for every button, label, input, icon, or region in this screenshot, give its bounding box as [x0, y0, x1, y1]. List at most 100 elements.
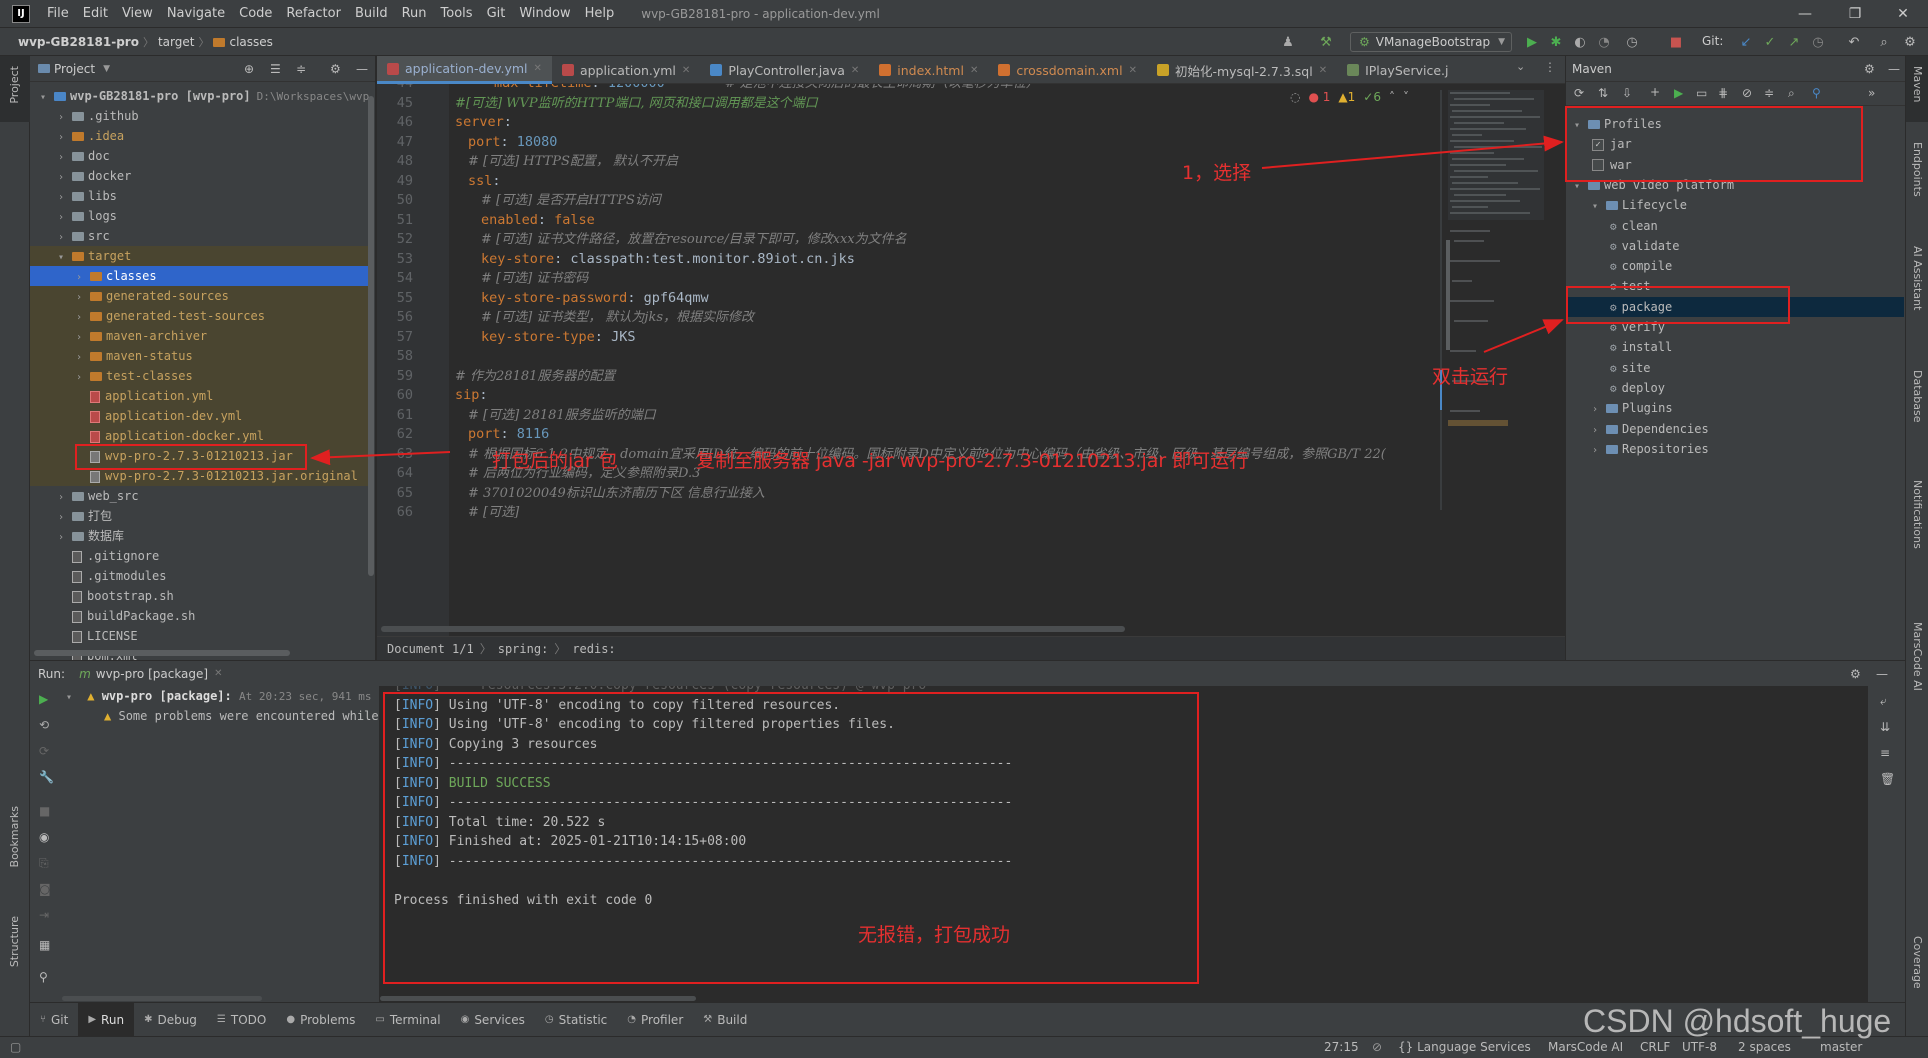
user-icon[interactable]: ♟ — [1280, 34, 1296, 50]
expand-all-icon[interactable]: ☰ — [270, 62, 281, 76]
menu-refactor[interactable]: Refactor — [279, 6, 348, 21]
project-tree-item[interactable]: › .idea — [30, 126, 368, 146]
editor-tab[interactable]: application.yml ✕ — [552, 56, 700, 84]
skip-tests-icon[interactable]: ⊘ — [1742, 86, 1752, 100]
code-editor[interactable]: 44 max-lifetime: 1200000 # 是池中连接关闭后的最长生命周期… — [377, 84, 1565, 636]
history-icon[interactable]: ◷ — [1810, 34, 1826, 50]
maven-tree-item[interactable]: › Dependencies — [1566, 419, 1904, 439]
stripe-bookmarks-tab[interactable]: Bookmarks — [8, 806, 21, 867]
rerun-icon[interactable]: ▶ — [39, 692, 48, 706]
toolwindow-services[interactable]: ◉ Services — [451, 1003, 535, 1037]
maven-tree-item[interactable]: › Plugins — [1566, 398, 1904, 418]
chevron-right-icon[interactable]: › — [76, 328, 90, 348]
chevron-right-icon[interactable]: › — [58, 228, 72, 248]
chevron-right-icon[interactable]: › — [58, 508, 72, 528]
code-line[interactable]: 62 port: 8116 — [377, 425, 1547, 445]
code-line[interactable]: 61 # [可选] 28181服务监听的端口 — [377, 406, 1547, 426]
chevron-right-icon[interactable]: › — [58, 168, 72, 188]
editor-tab[interactable]: PlayController.java ✕ — [700, 56, 869, 84]
rollback-icon[interactable]: ↶ — [1846, 34, 1862, 50]
project-tree-item[interactable]: application.yml — [30, 386, 368, 406]
stop-icon[interactable]: ■ — [1668, 34, 1684, 50]
menu-tools[interactable]: Tools — [434, 6, 480, 21]
code-line[interactable]: 65 # 3701020049标识山东济南历下区 信息行业接入 — [377, 484, 1547, 504]
close-tab-icon[interactable]: ✕ — [682, 65, 690, 76]
layout-icon[interactable]: ▦ — [39, 938, 50, 952]
camera-icon[interactable]: ◙ — [39, 882, 51, 896]
export-icon[interactable]: ⇥ — [39, 908, 49, 922]
generate-sources-icon[interactable]: ⇅ — [1598, 86, 1608, 100]
code-line[interactable]: 54 # [可选] 证书密码 — [377, 269, 1547, 289]
line-separator[interactable]: CRLF — [1640, 1040, 1670, 1054]
hide-icon[interactable]: — — [356, 62, 368, 76]
close-tab-icon[interactable]: ✕ — [1129, 65, 1137, 76]
chevron-right-icon[interactable]: › — [58, 208, 72, 228]
project-tree-item[interactable]: › docker — [30, 166, 368, 186]
menu-build[interactable]: Build — [348, 6, 395, 21]
stripe-ai-assistant-tab[interactable]: AI Assistant — [1911, 246, 1924, 310]
project-tree-item[interactable]: › classes — [30, 266, 368, 286]
menu-help[interactable]: Help — [578, 6, 622, 21]
rerun-failed-icon[interactable]: ⟲ — [39, 718, 49, 732]
close-tab-icon[interactable]: ✕ — [851, 65, 859, 76]
menu-view[interactable]: View — [115, 6, 160, 21]
project-tree-item[interactable]: › .github — [30, 106, 368, 126]
stop-icon[interactable]: ■ — [39, 804, 50, 818]
project-tree-item[interactable]: › generated-sources — [30, 286, 368, 306]
project-tree-item[interactable]: › 数据库 — [30, 526, 368, 546]
menu-edit[interactable]: Edit — [76, 6, 115, 21]
project-hscrollbar[interactable] — [34, 650, 290, 656]
lifecycle-icon[interactable]: ⋕ — [1718, 86, 1728, 100]
show-deps-icon[interactable]: ⚲ — [1812, 86, 1821, 100]
toolwindow-profiler[interactable]: ◔ Profiler — [617, 1003, 693, 1037]
toolwindow-statistic[interactable]: ◷ Statistic — [535, 1003, 617, 1037]
run-icon[interactable]: ▶ — [1674, 86, 1683, 100]
editor-tab[interactable]: crossdomain.xml ✕ — [988, 56, 1147, 84]
chevron-right-icon[interactable]: › — [58, 108, 72, 128]
project-scrollbar[interactable] — [368, 96, 374, 576]
code-line[interactable]: 49 ssl: — [377, 172, 1547, 192]
code-line[interactable]: 53 key-store: classpath:test.monitor.89io… — [377, 250, 1547, 270]
chevron-up-icon[interactable]: ˄ — [1389, 90, 1395, 104]
chevron-right-icon[interactable]: › — [76, 288, 90, 308]
maven-tree-item[interactable]: ⚙ deploy — [1566, 378, 1904, 398]
error-count[interactable]: ● 1 — [1308, 90, 1330, 104]
marscode-status[interactable]: MarsCode AI — [1548, 1040, 1623, 1054]
breadcrumb-spring[interactable]: spring: — [498, 642, 549, 656]
chevron-right-icon[interactable]: › — [76, 348, 90, 368]
breadcrumb-project[interactable]: wvp-GB28181-pro — [0, 35, 143, 49]
coverage-icon[interactable]: ◐ — [1572, 34, 1588, 50]
code-minimap[interactable] — [1440, 90, 1560, 510]
restore-icon[interactable]: ❐ — [1832, 0, 1878, 28]
menu-file[interactable]: File — [40, 6, 76, 21]
close-tab-icon[interactable]: ✕ — [970, 65, 978, 76]
run-configuration-select[interactable]: ⚙ VManageBootstrap ▼ — [1350, 32, 1512, 52]
maven-tree-item[interactable]: ▾ Lifecycle — [1566, 195, 1904, 215]
code-line[interactable]: 59 # 作为28181服务器的配置 — [377, 367, 1547, 387]
close-tab-icon[interactable]: ✕ — [1319, 65, 1327, 76]
breadcrumb-target[interactable]: target — [154, 35, 199, 49]
project-tree-item[interactable]: LICENSE — [30, 626, 368, 646]
chevron-right-icon[interactable]: › — [1592, 421, 1606, 441]
console-scrollbar[interactable] — [380, 996, 696, 1001]
wrench-icon[interactable]: 🔧 — [39, 770, 54, 784]
close-tab-icon[interactable]: ✕ — [534, 63, 542, 74]
toolwindow-run[interactable]: ▶ Run — [78, 1002, 135, 1037]
run-tab[interactable]: m wvp-pro [package] ✕ — [79, 667, 222, 681]
chevron-down-icon[interactable]: ˅ — [1403, 90, 1409, 104]
editor-hscrollbar[interactable] — [381, 626, 1125, 632]
ok-count[interactable]: ✓6 — [1363, 90, 1381, 104]
profile-icon[interactable]: ◔ — [1596, 34, 1612, 50]
code-line[interactable]: 46 server: — [377, 113, 1547, 133]
soft-wrap-icon[interactable]: ⤶ — [1880, 694, 1887, 709]
chevron-right-icon[interactable]: › — [1592, 441, 1606, 461]
project-tree-item[interactable]: .gitmodules — [30, 566, 368, 586]
tabs-dropdown-icon[interactable]: ⌄ — [1516, 60, 1525, 73]
project-tree-item[interactable]: buildPackage.sh — [30, 606, 368, 626]
filter-icon[interactable]: ⎘ — [39, 856, 49, 871]
layout-toggle-icon[interactable]: ▢ — [10, 1040, 21, 1054]
stripe-project-tab[interactable]: Project — [8, 66, 21, 104]
editor-tab[interactable]: IPlayService.j — [1337, 56, 1458, 84]
project-tree-item[interactable]: › doc — [30, 146, 368, 166]
toolwindow-problems[interactable]: ● Problems — [276, 1003, 365, 1037]
